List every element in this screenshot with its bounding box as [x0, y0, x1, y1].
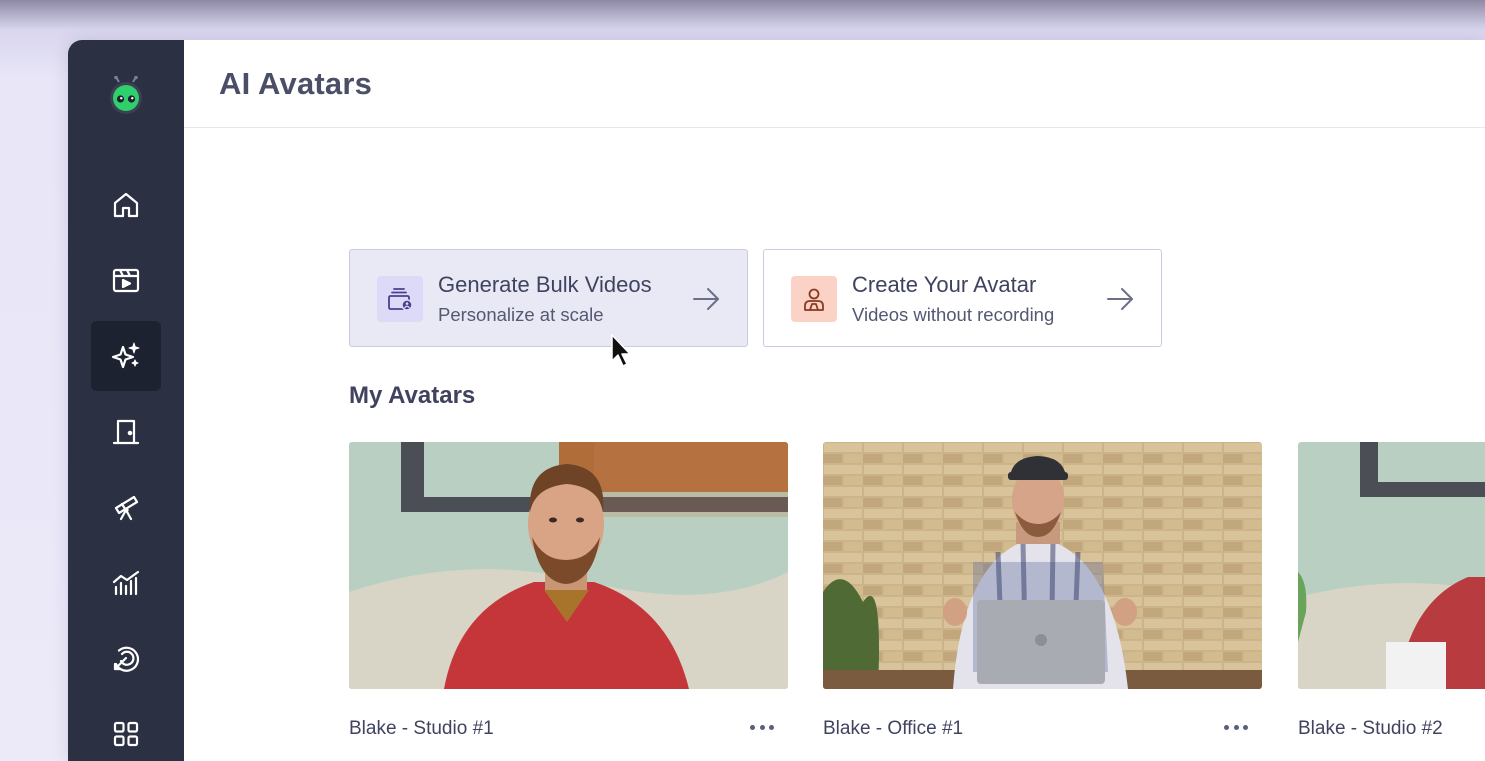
- mouse-cursor-icon: [611, 334, 631, 367]
- avatar-thumbnail[interactable]: [1298, 442, 1485, 689]
- avatar-thumbnail[interactable]: [349, 442, 788, 689]
- page-title: AI Avatars: [219, 66, 373, 101]
- sidebar-item-discover[interactable]: [91, 472, 161, 542]
- avatar-card[interactable]: Blake - Studio #1: [349, 442, 788, 739]
- avatar-name: Blake - Studio #2: [1298, 718, 1443, 739]
- grid-icon: [113, 721, 139, 747]
- app-window: AI Avatars Generate Bulk Videos Personal…: [68, 40, 1485, 761]
- avatar-name: Blake - Studio #1: [349, 718, 494, 739]
- sidebar-item-door[interactable]: [91, 397, 161, 467]
- sidebar-item-apps[interactable]: [91, 699, 161, 761]
- card-title: Generate Bulk Videos: [438, 272, 652, 297]
- generate-bulk-videos-card[interactable]: Generate Bulk Videos Personalize at scal…: [349, 249, 748, 347]
- robot-logo-icon[interactable]: [106, 75, 146, 116]
- sparkles-icon: [111, 342, 140, 369]
- card-subtitle: Videos without recording: [852, 304, 1055, 325]
- sidebar-item-videos[interactable]: [91, 245, 161, 315]
- telescope-icon: [114, 495, 139, 521]
- sidebar: [68, 40, 184, 761]
- avatar-card[interactable]: Blake - Office #1: [823, 442, 1262, 739]
- arrow-right-icon: [1107, 288, 1133, 310]
- card-title: Create Your Avatar: [852, 272, 1037, 297]
- chart-icon: [112, 570, 140, 596]
- my-avatars-heading: My Avatars: [349, 382, 476, 409]
- arrow-right-icon: [693, 288, 719, 310]
- card-subtitle: Personalize at scale: [438, 304, 604, 325]
- home-icon: [113, 192, 139, 218]
- more-options-icon[interactable]: [1224, 718, 1248, 736]
- sidebar-item-integrations[interactable]: [91, 623, 161, 693]
- main-content: AI Avatars Generate Bulk Videos Personal…: [184, 40, 1485, 761]
- door-icon: [112, 419, 140, 445]
- sidebar-item-analytics[interactable]: [91, 548, 161, 618]
- avatar-name: Blake - Office #1: [823, 718, 964, 739]
- sidebar-item-ai-avatars[interactable]: [91, 321, 161, 391]
- target-arrow-icon: [113, 646, 140, 672]
- page-header: AI Avatars: [184, 40, 1485, 128]
- sidebar-item-home[interactable]: [91, 170, 161, 240]
- more-options-icon[interactable]: [750, 718, 774, 736]
- avatar-card[interactable]: Blake - Studio #2: [1298, 442, 1485, 739]
- avatar-thumbnail[interactable]: [823, 442, 1262, 689]
- video-clapper-icon: [112, 268, 140, 293]
- bulk-videos-icon: [377, 276, 423, 322]
- create-your-avatar-card[interactable]: Create Your Avatar Videos without record…: [763, 249, 1162, 347]
- avatar-person-icon: [791, 276, 837, 322]
